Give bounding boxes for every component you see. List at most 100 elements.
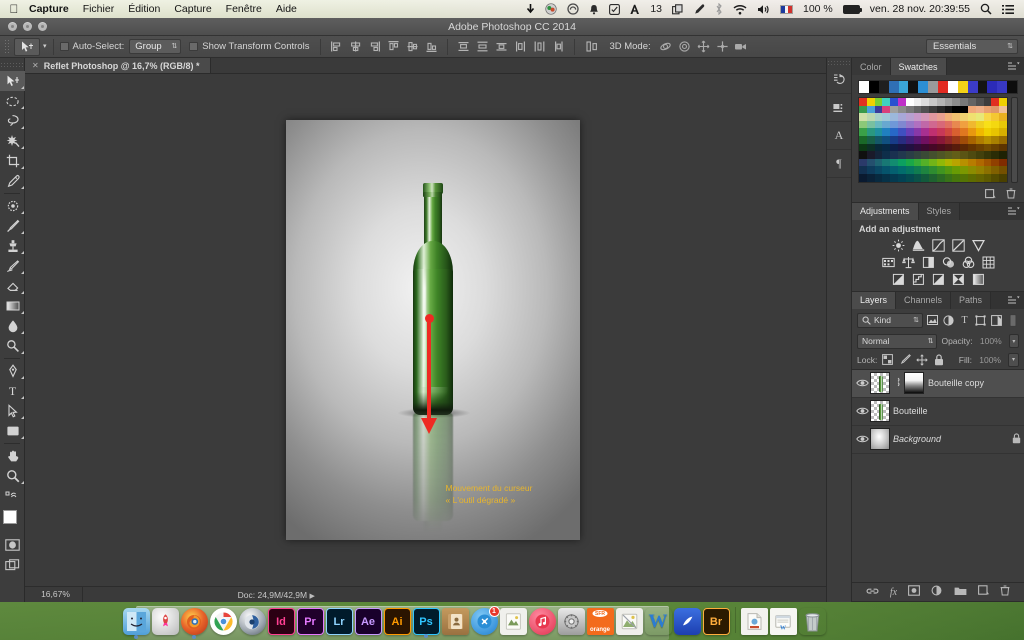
color-swatch[interactable]: [929, 98, 937, 106]
color-swatch[interactable]: [921, 158, 930, 167]
layer-visibility-toggle[interactable]: [854, 434, 870, 444]
new-layer-icon[interactable]: [978, 585, 990, 599]
color-balance-icon[interactable]: [901, 256, 915, 269]
color-swatch[interactable]: [929, 151, 937, 159]
layer-name[interactable]: Background: [893, 434, 1008, 444]
dock-item-chrome[interactable]: [209, 608, 237, 635]
workspace-selector[interactable]: Essentials ⇅: [926, 39, 1018, 54]
history-panel-icon[interactable]: [827, 66, 851, 94]
color-swatch[interactable]: [999, 128, 1007, 136]
color-swatch[interactable]: [921, 173, 930, 182]
align-top-edges-button[interactable]: [384, 38, 403, 56]
color-swatch[interactable]: [905, 143, 914, 152]
color-swatch[interactable]: [913, 158, 922, 167]
color-swatch[interactable]: [874, 135, 883, 144]
color-swatch[interactable]: [999, 98, 1007, 106]
color-swatch[interactable]: [866, 158, 875, 167]
type-tool[interactable]: T: [0, 381, 25, 401]
color-swatch[interactable]: [952, 158, 961, 167]
color-swatch[interactable]: [960, 105, 969, 114]
color-swatch[interactable]: [897, 151, 906, 159]
color-swatch[interactable]: [897, 128, 906, 136]
invert-icon[interactable]: [892, 273, 905, 286]
color-swatch[interactable]: [905, 158, 914, 167]
color-swatch[interactable]: [991, 143, 1000, 152]
color-swatch[interactable]: [983, 128, 992, 136]
menu-item-capture-app[interactable]: Capture: [22, 0, 76, 18]
tab-styles[interactable]: Styles: [918, 202, 961, 220]
panel-menu-icon[interactable]: [1008, 292, 1024, 309]
history-brush-tool[interactable]: [0, 256, 25, 276]
color-swatch[interactable]: [921, 151, 930, 159]
color-swatch[interactable]: [991, 120, 1000, 129]
color-swatch[interactable]: [991, 158, 1000, 167]
color-swatch[interactable]: [913, 166, 922, 174]
color-swatch[interactable]: [859, 158, 867, 167]
menubar-clock[interactable]: ven. 28 nov. 20:39:55: [865, 3, 975, 15]
filter-type-icon[interactable]: T: [958, 313, 971, 327]
quick-mask-icon[interactable]: [0, 535, 25, 555]
recent-swatch[interactable]: [987, 81, 998, 93]
document-tab[interactable]: ✕ Reflet Photoshop @ 16,7% (RGB/8) *: [25, 58, 211, 73]
color-swatch[interactable]: [929, 173, 937, 182]
color-swatch[interactable]: [890, 143, 898, 152]
layer-visibility-toggle[interactable]: [854, 378, 870, 388]
distribute-vertical-centers-button[interactable]: [473, 38, 492, 56]
status-menu-arrow-icon[interactable]: ▶: [309, 593, 314, 600]
color-swatch[interactable]: [991, 166, 1000, 174]
recent-swatch[interactable]: [997, 81, 1008, 93]
color-swatch[interactable]: [913, 135, 922, 144]
dropbox-icon[interactable]: [540, 3, 562, 15]
color-swatch[interactable]: [968, 135, 976, 144]
color-swatch[interactable]: [897, 98, 906, 106]
color-swatch[interactable]: [929, 158, 937, 167]
color-swatch[interactable]: [968, 128, 976, 136]
recent-swatch[interactable]: [947, 81, 958, 93]
eraser-tool[interactable]: [0, 276, 25, 296]
color-lookup-icon[interactable]: [982, 256, 995, 269]
color-swatch[interactable]: [905, 120, 914, 129]
color-swatch[interactable]: [905, 135, 914, 144]
dock-item-blue-app[interactable]: [673, 608, 701, 635]
slide-3d-icon[interactable]: [713, 38, 732, 56]
hue-saturation-icon[interactable]: [881, 256, 895, 269]
layer-row-background[interactable]: Background: [852, 426, 1024, 454]
color-swatch[interactable]: [944, 143, 953, 152]
layer-thumbnail[interactable]: [870, 372, 890, 395]
color-swatch[interactable]: [960, 120, 969, 129]
swatches-grid[interactable]: [858, 97, 1008, 183]
color-swatch[interactable]: [890, 158, 898, 167]
color-swatch[interactable]: [905, 166, 914, 174]
color-swatch[interactable]: [975, 105, 984, 114]
color-swatch[interactable]: [921, 98, 930, 106]
dock-item-appstore[interactable]: 1: [470, 606, 500, 635]
color-swatch[interactable]: [983, 98, 992, 106]
dock-item-contacts[interactable]: [441, 608, 469, 635]
color-swatch[interactable]: [944, 98, 953, 106]
color-swatch[interactable]: [921, 143, 930, 152]
filter-pixel-icon[interactable]: [926, 313, 939, 327]
color-swatch[interactable]: [859, 120, 867, 129]
dock-item-itunes[interactable]: [528, 608, 556, 635]
creativecloud-icon[interactable]: [562, 3, 584, 15]
screen-mode-icon[interactable]: [0, 555, 25, 575]
color-swatch[interactable]: [866, 120, 875, 129]
color-swatch[interactable]: [929, 166, 937, 174]
color-swatch[interactable]: [905, 98, 914, 106]
color-swatch[interactable]: [991, 113, 1000, 121]
color-swatch[interactable]: [960, 166, 969, 174]
panel-menu-icon[interactable]: [1008, 203, 1024, 220]
color-swatch[interactable]: [921, 113, 930, 121]
color-swatch[interactable]: [999, 158, 1007, 167]
color-swatch[interactable]: [952, 120, 961, 129]
color-swatch[interactable]: [975, 135, 984, 144]
color-swatch[interactable]: [968, 120, 976, 129]
menu-item-fichier[interactable]: Fichier: [76, 0, 122, 18]
threshold-icon[interactable]: [932, 273, 945, 286]
align-bottom-edges-button[interactable]: [422, 38, 441, 56]
color-swatch[interactable]: [960, 128, 969, 136]
color-swatch[interactable]: [921, 120, 930, 129]
color-swatch[interactable]: [960, 173, 969, 182]
dock-item-photoshop[interactable]: Ps: [412, 608, 440, 638]
color-swatch[interactable]: [968, 105, 976, 114]
